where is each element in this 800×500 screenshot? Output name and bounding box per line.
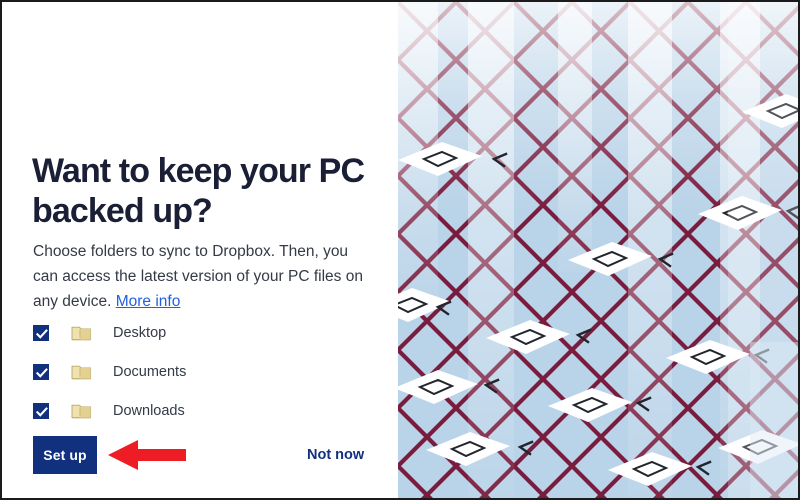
page-title: Want to keep your PC backed up? <box>32 152 365 230</box>
folder-sync-list: Desktop Documents Downloads <box>33 320 363 437</box>
checkbox-desktop[interactable] <box>33 325 49 341</box>
not-now-link[interactable]: Not now <box>307 447 364 463</box>
folder-icon <box>71 323 93 343</box>
dialog-content-pane: Want to keep your PC backed up? Choose f… <box>2 2 398 498</box>
folder-label: Downloads <box>113 403 185 419</box>
folder-label: Desktop <box>113 325 167 341</box>
set-up-button[interactable]: Set up <box>33 436 97 474</box>
dropbox-backup-dialog-screenshot: Want to keep your PC backed up? Choose f… <box>0 0 800 500</box>
more-info-link[interactable]: More info <box>116 293 181 310</box>
checkbox-downloads[interactable] <box>33 403 49 419</box>
dialog-description-text: Choose folders to sync to Dropbox. Then,… <box>33 243 363 310</box>
checkbox-documents[interactable] <box>33 364 49 380</box>
folder-row-documents[interactable]: Documents <box>33 359 363 385</box>
dialog-description: Choose folders to sync to Dropbox. Then,… <box>33 239 371 314</box>
folder-row-desktop[interactable]: Desktop <box>33 320 363 346</box>
folder-label: Documents <box>113 364 187 380</box>
promo-artwork-panel <box>398 2 798 498</box>
folder-icon <box>71 362 93 382</box>
folder-row-downloads[interactable]: Downloads <box>33 398 363 424</box>
left-arrow-icon <box>108 439 186 471</box>
folder-icon <box>71 401 93 421</box>
